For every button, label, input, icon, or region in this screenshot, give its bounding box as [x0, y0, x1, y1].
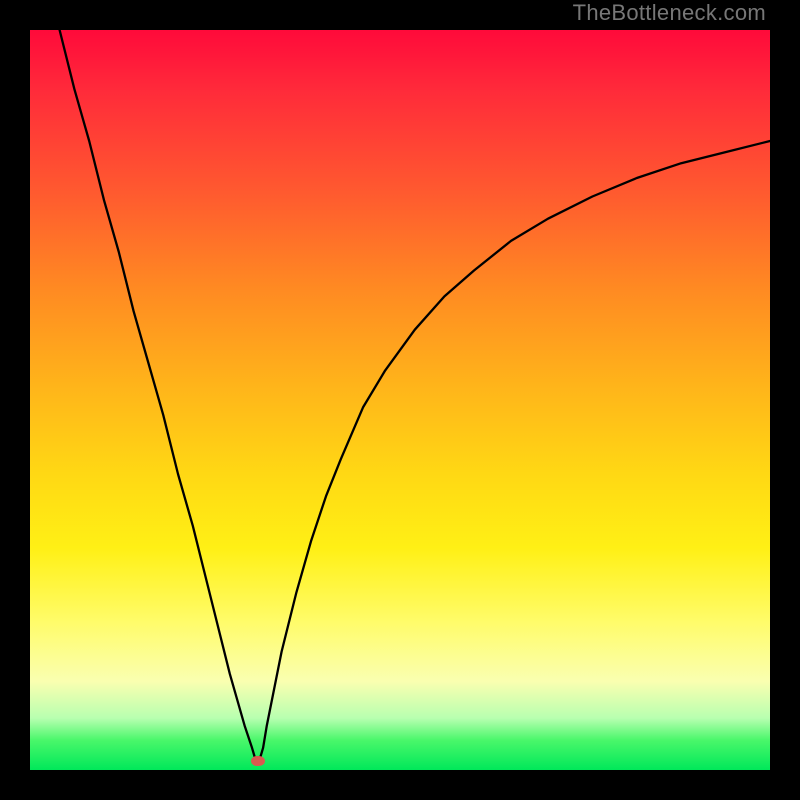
plot-area: [30, 30, 770, 770]
curve-layer: [30, 30, 770, 770]
watermark-text: TheBottleneck.com: [573, 0, 766, 26]
chart-frame: TheBottleneck.com: [0, 0, 800, 800]
curve-left-branch: [60, 30, 256, 760]
minimum-marker: [251, 756, 265, 766]
curve-right-branch: [259, 141, 770, 760]
